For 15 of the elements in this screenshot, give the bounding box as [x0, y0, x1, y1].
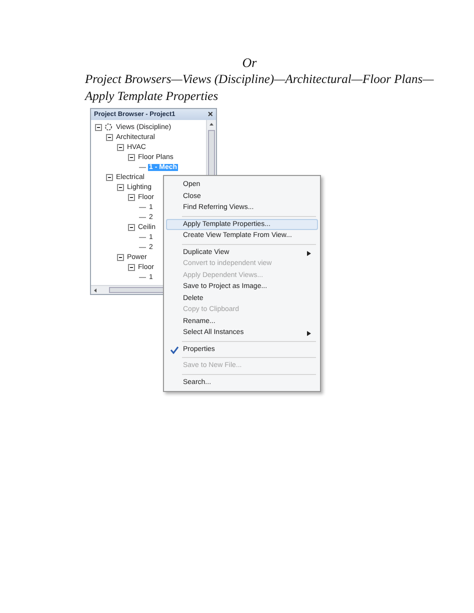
menu-path-text: Apply Template Properties: [85, 88, 220, 105]
collapse-icon[interactable]: [117, 254, 124, 260]
collapse-icon[interactable]: [106, 174, 113, 180]
close-button[interactable]: ×: [208, 110, 213, 119]
collapse-icon[interactable]: [106, 134, 113, 140]
collapse-icon[interactable]: [117, 144, 124, 150]
menu-path-text: Project Browsers—Views (Discipline)—Architectural—Floor Plans—: [85, 71, 435, 88]
collapse-icon[interactable]: [117, 184, 124, 190]
views-icon: [104, 123, 113, 131]
collapse-icon[interactable]: [95, 124, 102, 130]
or-text: Or: [241, 55, 258, 71]
collapse-icon[interactable]: [128, 194, 135, 200]
collapse-icon[interactable]: [128, 224, 135, 230]
collapse-icon[interactable]: [128, 154, 135, 160]
collapse-icon[interactable]: [128, 264, 135, 270]
